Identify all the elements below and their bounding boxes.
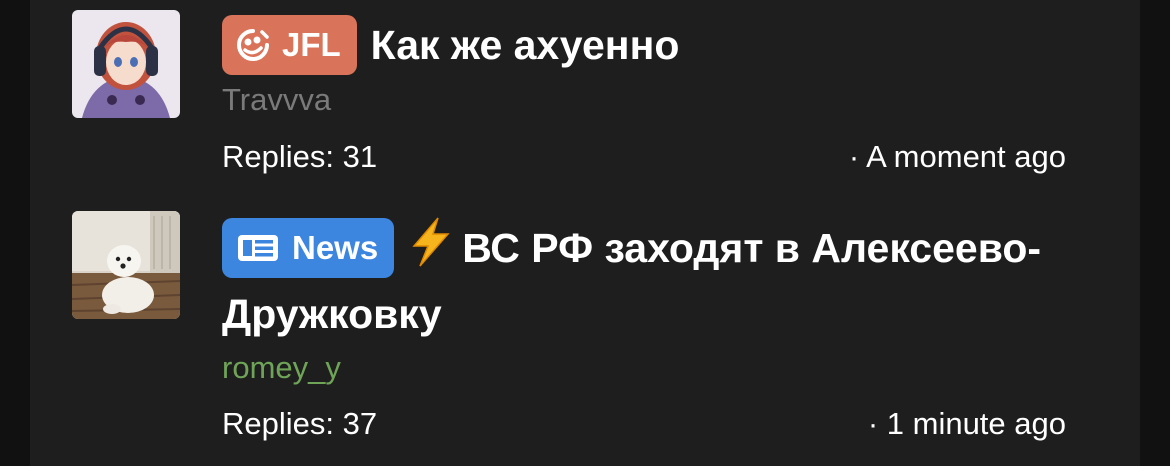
timestamp: · A moment ago [848, 139, 1066, 174]
tag-label: News [292, 229, 379, 266]
thread-item[interactable]: JFL Как же ахуенно Travvva Replies: 31 ·… [30, 0, 1140, 196]
reply-count: Replies: 31 [222, 139, 378, 174]
avatar[interactable] [72, 211, 180, 319]
thread-title[interactable]: Как же ахуенно [371, 22, 680, 68]
author-name[interactable]: Travvva [222, 80, 331, 120]
tag-label: JFL [282, 26, 341, 63]
timestamp: · 1 minute ago [867, 406, 1066, 441]
newspaper-icon [238, 235, 278, 261]
dog-avatar-image [72, 211, 180, 319]
thread-item[interactable]: News ВС РФ заходят в Алексеево-Дружковку… [30, 196, 1140, 466]
author-name[interactable]: romey_y [222, 348, 341, 388]
lightning-icon [408, 216, 454, 268]
thread-title-line[interactable]: JFL Как же ахуенно [222, 12, 1080, 78]
thread-list: JFL Как же ахуенно Travvva Replies: 31 ·… [30, 0, 1140, 466]
tag-badge[interactable]: News [222, 218, 395, 278]
thread-meta: Replies: 37 · 1 minute ago [222, 404, 1066, 444]
thread-title-line[interactable]: News ВС РФ заходят в Алексеево-Дружковку [222, 215, 1080, 347]
jfl-logo-icon [237, 29, 269, 61]
reply-count: Replies: 37 [222, 406, 378, 441]
tag-badge[interactable]: JFL [222, 15, 357, 75]
avatar[interactable] [72, 10, 180, 118]
anime-avatar-image [72, 10, 180, 118]
thread-meta: Replies: 31 · A moment ago [222, 137, 1066, 177]
